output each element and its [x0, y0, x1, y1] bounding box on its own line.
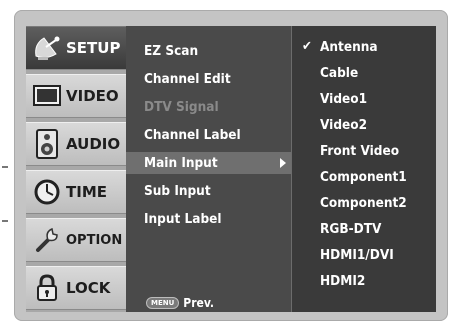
tab-time[interactable]: TIME: [26, 170, 126, 214]
option-antenna[interactable]: ✔ Antenna: [292, 36, 437, 58]
edge-mark: [2, 220, 8, 222]
tab-label: SETUP: [66, 39, 121, 57]
menu-item-label: Main Input: [144, 155, 218, 171]
menu-item-channel-label[interactable]: Channel Label: [126, 124, 291, 146]
option-video1[interactable]: Video1: [292, 88, 437, 110]
option-video2[interactable]: Video2: [292, 114, 437, 136]
tab-label: AUDIO: [66, 135, 121, 153]
tab-audio[interactable]: AUDIO: [26, 122, 126, 166]
main-input-options: ✔ Antenna Cable Video1 Video2 Front Vide…: [291, 26, 436, 312]
edge-mark: [2, 166, 8, 168]
option-component2[interactable]: Component2: [292, 192, 437, 214]
menu-item-ez-scan[interactable]: EZ Scan: [126, 40, 291, 62]
menu-item-sub-input[interactable]: Sub Input: [126, 180, 291, 202]
option-rgb-dtv[interactable]: RGB-DTV: [292, 218, 437, 240]
option-cable[interactable]: Cable: [292, 62, 437, 84]
checkmark-icon: ✔: [302, 39, 312, 54]
tab-setup[interactable]: SETUP: [26, 26, 126, 70]
tab-video[interactable]: VIDEO: [26, 74, 126, 118]
tab-label: TIME: [66, 183, 107, 201]
menu-item-input-label[interactable]: Input Label: [126, 208, 291, 230]
clock-icon: [30, 177, 64, 207]
satellite-dish-icon: [30, 33, 64, 63]
tv-screen-icon: [30, 81, 64, 111]
tab-label: LOCK: [66, 279, 111, 297]
menu-key-icon: MENU: [146, 297, 180, 309]
menu-item-main-input[interactable]: Main Input: [126, 152, 291, 174]
menu-item-dtv-signal: DTV Signal: [144, 99, 219, 115]
tab-option[interactable]: OPTION: [26, 218, 126, 262]
tab-label: VIDEO: [66, 87, 119, 105]
menu-item-channel-edit[interactable]: Channel Edit: [126, 68, 291, 90]
chevron-right-icon: [280, 158, 286, 168]
setup-menu-panel: EZ Scan Channel Edit DTV Signal Channel …: [126, 26, 291, 312]
prev-hint: MENU Prev.: [146, 296, 214, 310]
option-hdmi2[interactable]: HDMI2: [292, 270, 437, 292]
option-component1[interactable]: Component1: [292, 166, 437, 188]
option-hdmi1-dvi[interactable]: HDMI1/DVI: [292, 244, 437, 266]
tab-label: OPTION: [66, 232, 123, 248]
category-tabs: SETUP VIDEO AUDIO TIME OPTION LOCK: [26, 26, 126, 312]
option-front-video[interactable]: Front Video: [292, 140, 437, 162]
option-label: Antenna: [320, 39, 378, 55]
tab-lock[interactable]: LOCK: [26, 266, 126, 310]
padlock-icon: [30, 273, 64, 303]
wrench-icon: [30, 225, 64, 255]
speaker-icon: [30, 129, 64, 159]
prev-label: Prev.: [183, 296, 215, 310]
